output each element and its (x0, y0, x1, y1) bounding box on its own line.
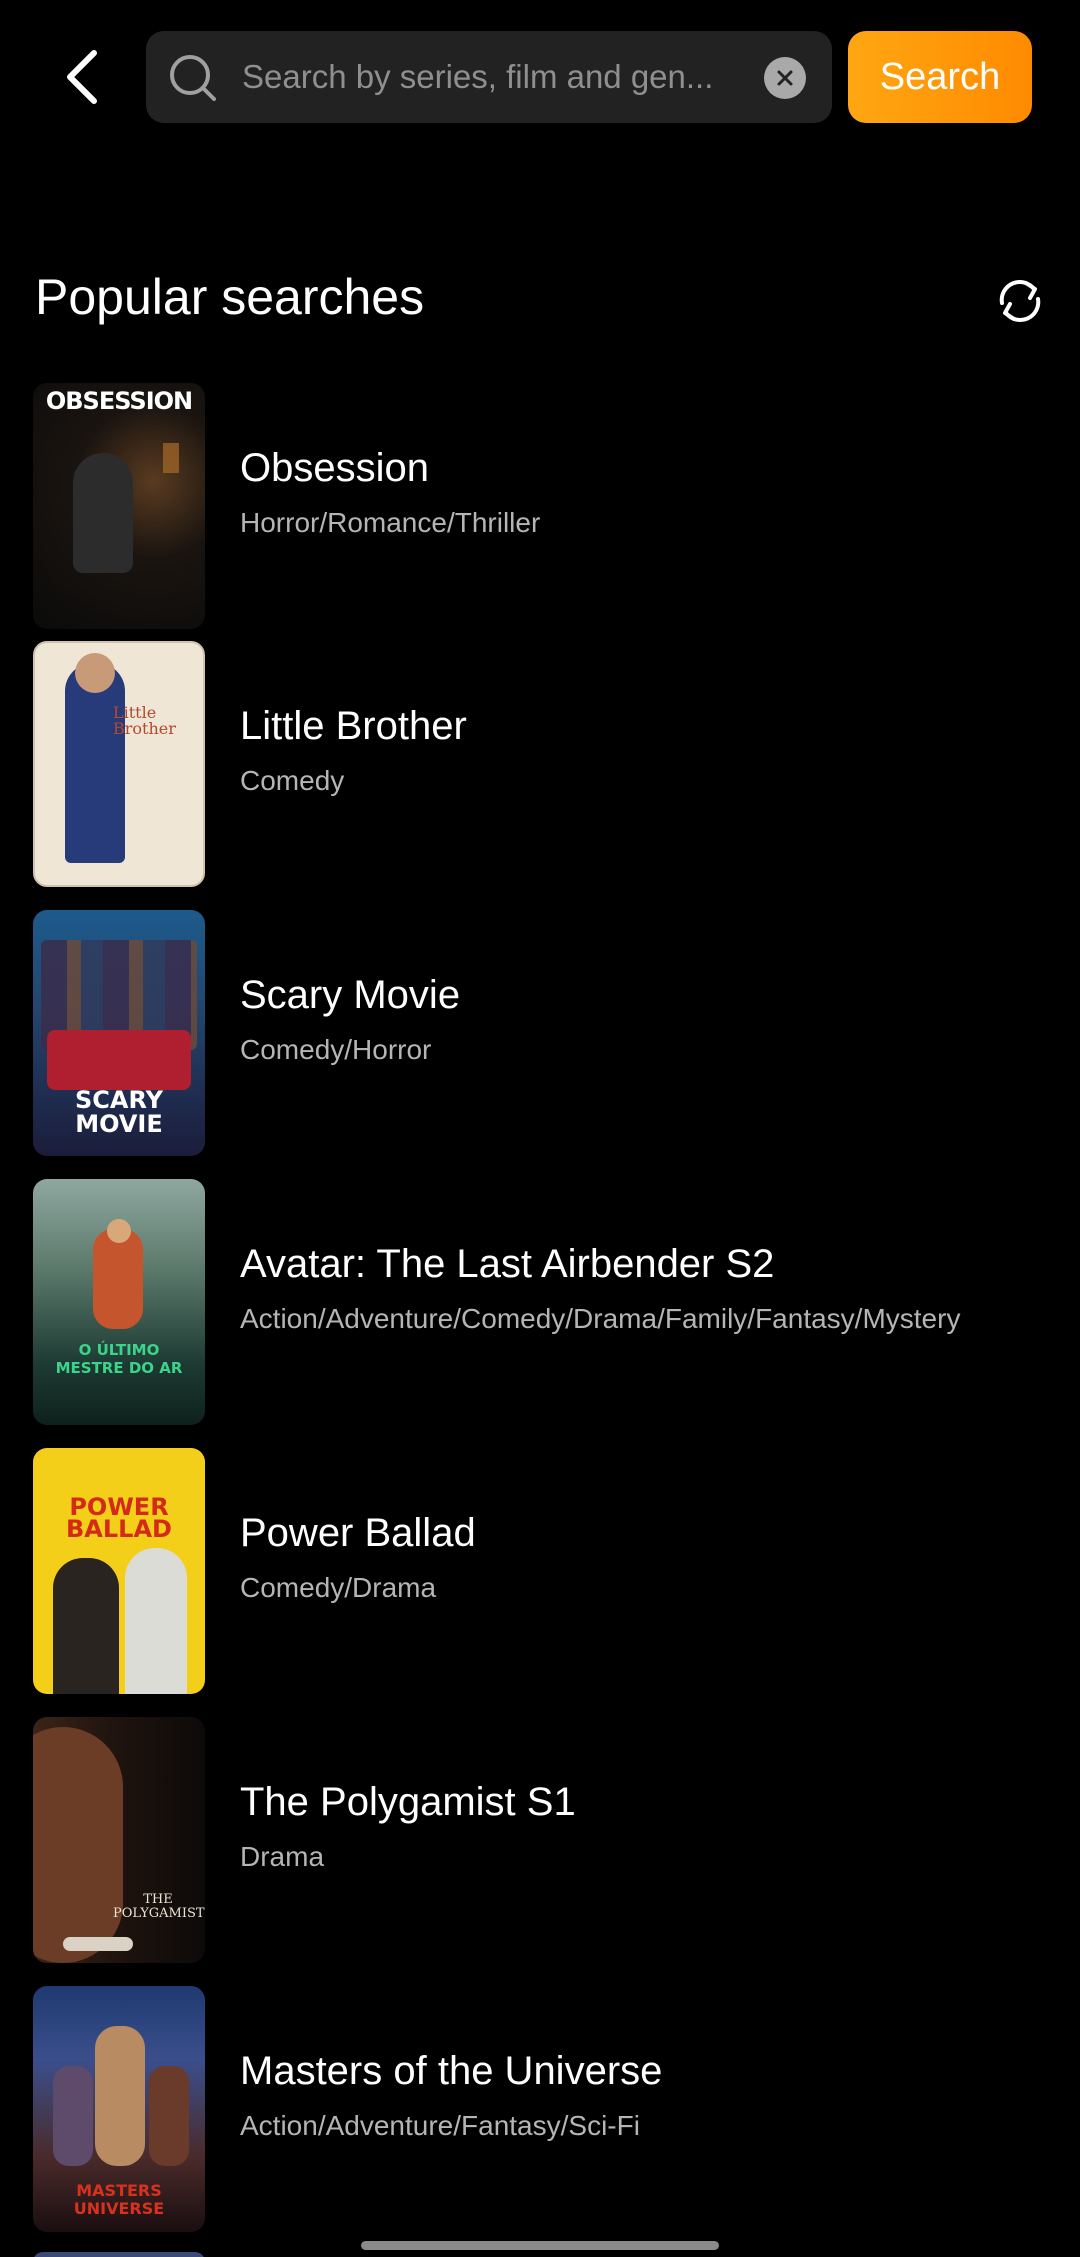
list-item[interactable]: Little Brother Little Brother Comedy (0, 641, 1080, 887)
search-input[interactable] (242, 31, 742, 123)
poster-title-text: SCARY MOVIE (74, 1086, 164, 1138)
list-item[interactable]: MASTERS UNIVERSE Masters of the Universe… (0, 1986, 1080, 2232)
home-indicator[interactable] (361, 2241, 719, 2250)
list-item[interactable]: O ÚLTIMO MESTRE DO AR Avatar: The Last A… (0, 1179, 1080, 1425)
poster-title-text: O ÚLTIMO MESTRE DO AR (55, 1341, 183, 1377)
poster-image: SCARY MOVIE (33, 910, 205, 1156)
poster-image: Little Brother (33, 641, 205, 887)
item-title: Little Brother (240, 704, 467, 748)
item-genres: Drama (240, 1841, 325, 1872)
item-genres: Action/Adventure/Fantasy/Sci-Fi (240, 2110, 640, 2141)
item-title: Masters of the Universe (240, 2049, 663, 2093)
poster-title-text: POWER BALLAD (66, 1493, 172, 1543)
clear-search-button[interactable] (764, 57, 806, 99)
list-item[interactable]: SCARY MOVIE Scary Movie Comedy/Horror (0, 910, 1080, 1156)
item-title: The Polygamist S1 (240, 1780, 576, 1824)
poster-title-text: MASTERS UNIVERSE (73, 2181, 165, 2218)
item-genres: Comedy (240, 765, 345, 796)
poster-image: OBSESSION (33, 383, 205, 629)
clear-icon (777, 70, 793, 86)
list-item[interactable]: POWER BALLAD Power Ballad Comedy/Drama (0, 1448, 1080, 1694)
top-bar: Search (0, 0, 1080, 140)
poster-title-text: THE POLYGAMIST (113, 1892, 205, 1921)
poster-title-text: Little Brother (113, 703, 176, 738)
search-icon (170, 55, 216, 101)
poster-image (33, 2252, 205, 2257)
item-title: Power Ballad (240, 1511, 476, 1555)
item-genres: Comedy/Drama (240, 1572, 437, 1603)
list-item[interactable]: THE POLYGAMIST The Polygamist S1 Drama (0, 1717, 1080, 1963)
poster-title-text: OBSESSION (45, 387, 193, 415)
item-genres: Comedy/Horror (240, 1034, 432, 1065)
popular-searches-title: Popular searches (35, 269, 425, 325)
refresh-icon (999, 280, 1041, 322)
chevron-left-icon (67, 50, 97, 104)
poster-image: O ÚLTIMO MESTRE DO AR (33, 1179, 205, 1425)
poster-image: MASTERS UNIVERSE (33, 1986, 205, 2232)
list-item[interactable]: OBSESSION Obsession Horror/Romance/Thril… (0, 383, 1080, 629)
item-genres: Action/Adventure/Comedy/Drama/Family/Fan… (240, 1303, 961, 1334)
poster-image: POWER BALLAD (33, 1448, 205, 1694)
search-button[interactable]: Search (848, 31, 1032, 123)
item-genres: Horror/Romance/Thriller (240, 507, 541, 538)
item-title: Obsession (240, 446, 429, 490)
back-button[interactable] (52, 44, 112, 110)
search-box[interactable] (146, 31, 832, 123)
item-title: Avatar: The Last Airbender S2 (240, 1242, 775, 1286)
item-title: Scary Movie (240, 973, 461, 1017)
refresh-button[interactable] (992, 270, 1048, 332)
poster-image: THE POLYGAMIST (33, 1717, 205, 1963)
